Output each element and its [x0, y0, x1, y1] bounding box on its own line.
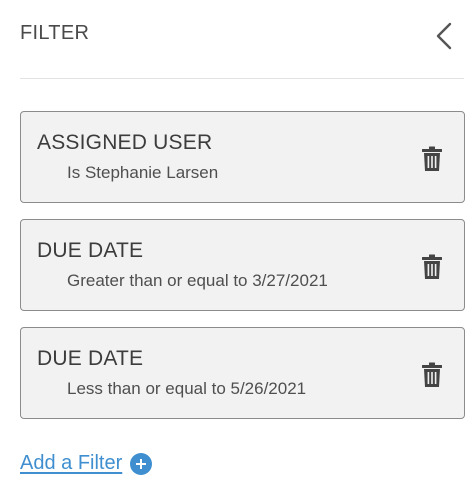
filter-card: DUE DATE Greater than or equal to 3/27/2… — [20, 219, 465, 311]
filter-panel-header: FILTER — [0, 0, 474, 80]
add-filter-link[interactable]: Add a Filter — [20, 452, 153, 475]
add-filter-label[interactable]: Add a Filter — [20, 452, 122, 475]
filter-field-label: DUE DATE — [37, 239, 144, 262]
trash-icon — [422, 146, 442, 171]
filter-condition-text: Greater than or equal to 3/27/2021 — [67, 271, 328, 290]
filter-condition-text: Less than or equal to 5/26/2021 — [67, 379, 307, 398]
filter-condition-text: Is Stephanie Larsen — [67, 163, 219, 182]
delete-filter-button[interactable] — [420, 361, 444, 389]
header-divider — [20, 78, 464, 79]
trash-icon — [422, 254, 442, 279]
collapse-panel-button[interactable] — [424, 16, 464, 56]
panel-title: FILTER — [20, 22, 90, 44]
filter-card: DUE DATE Less than or equal to 5/26/2021 — [20, 327, 465, 419]
delete-filter-button[interactable] — [420, 145, 444, 173]
filter-field-label: ASSIGNED USER — [37, 131, 213, 154]
chevron-left-icon — [436, 22, 452, 50]
delete-filter-button[interactable] — [420, 253, 444, 281]
filter-field-label: DUE DATE — [37, 347, 144, 370]
trash-icon — [422, 362, 442, 387]
plus-circle-icon[interactable] — [130, 452, 153, 475]
filter-card: ASSIGNED USER Is Stephanie Larsen — [20, 111, 465, 203]
